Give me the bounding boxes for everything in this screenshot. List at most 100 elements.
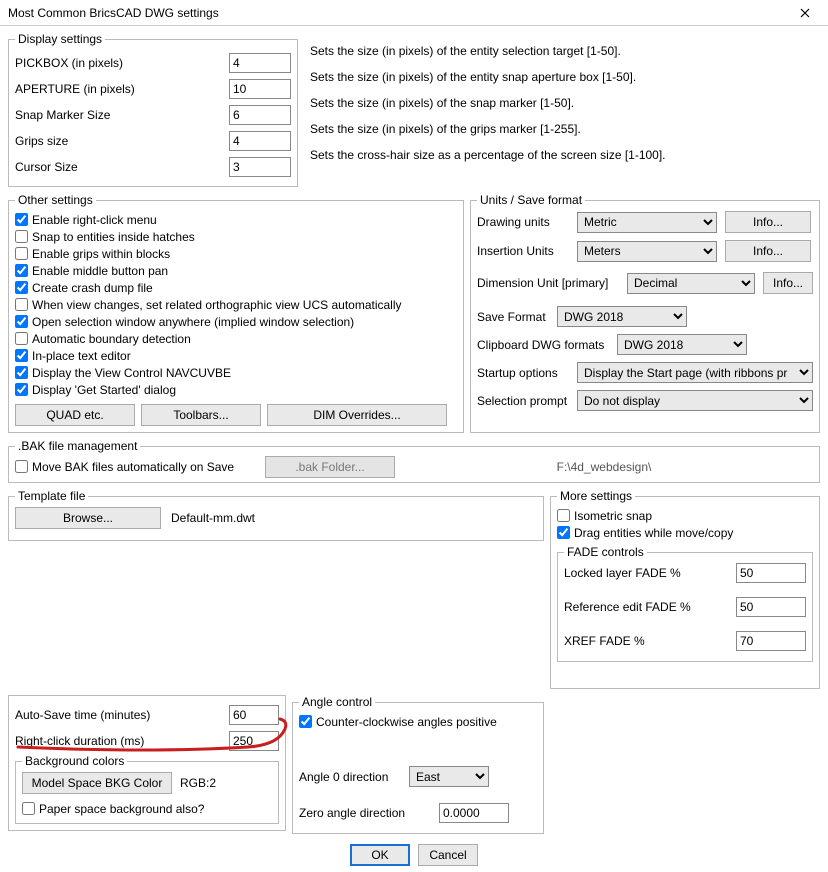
display-input-3[interactable] bbox=[229, 131, 291, 151]
window-title: Most Common BricsCAD DWG settings bbox=[8, 6, 219, 20]
other-check-7[interactable]: Automatic boundary detection bbox=[15, 330, 457, 347]
other-check-3[interactable]: Enable middle button pan bbox=[15, 262, 457, 279]
units-save-group: Units / Save format Drawing units Metric… bbox=[470, 193, 820, 433]
isometric-snap-row[interactable]: Isometric snap bbox=[557, 507, 813, 524]
isometric-snap-label: Isometric snap bbox=[574, 509, 652, 523]
angle0-select[interactable]: East bbox=[409, 766, 489, 787]
other-settings-legend: Other settings bbox=[15, 193, 96, 207]
more-settings-legend: More settings bbox=[557, 489, 635, 503]
template-browse-button[interactable]: Browse... bbox=[15, 507, 161, 529]
bak-folder-button[interactable]: .bak Folder... bbox=[265, 456, 395, 478]
autosave-input[interactable] bbox=[229, 705, 279, 725]
isometric-snap-checkbox[interactable] bbox=[557, 509, 570, 522]
save-format-select[interactable]: DWG 2018 bbox=[557, 306, 687, 327]
titlebar: Most Common BricsCAD DWG settings bbox=[0, 0, 828, 26]
display-desc: Sets the size (in pixels) of the snap ma… bbox=[310, 90, 816, 116]
other-check-10[interactable]: Display 'Get Started' dialog bbox=[15, 381, 457, 398]
display-input-2[interactable] bbox=[229, 105, 291, 125]
drag-entities-row[interactable]: Drag entities while move/copy bbox=[557, 524, 813, 541]
quad-button[interactable]: QUAD etc. bbox=[15, 404, 135, 426]
other-check-6[interactable]: Open selection window anywhere (implied … bbox=[15, 313, 457, 330]
clipboard-format-select[interactable]: DWG 2018 bbox=[617, 334, 747, 355]
other-settings-group: Other settings Enable right-click menuSn… bbox=[8, 193, 464, 433]
other-checkbox-7[interactable] bbox=[15, 332, 28, 345]
units-legend: Units / Save format bbox=[477, 193, 585, 207]
xref-fade-label: XREF FADE % bbox=[564, 634, 736, 648]
zero-angle-input[interactable] bbox=[439, 803, 509, 823]
bak-move-checkbox-row[interactable]: Move BAK files automatically on Save bbox=[15, 458, 265, 475]
refedit-fade-label: Reference edit FADE % bbox=[564, 600, 736, 614]
other-checkbox-3[interactable] bbox=[15, 264, 28, 277]
locked-fade-label: Locked layer FADE % bbox=[564, 566, 736, 580]
other-checkbox-6[interactable] bbox=[15, 315, 28, 328]
other-checkbox-2[interactable] bbox=[15, 247, 28, 260]
insertion-units-info-button[interactable]: Info... bbox=[725, 240, 811, 262]
model-bkg-color-button[interactable]: Model Space BKG Color bbox=[22, 772, 172, 794]
selection-prompt-select[interactable]: Do not display bbox=[577, 390, 813, 411]
timing-box: Auto-Save time (minutes) Right-click dur… bbox=[8, 695, 286, 831]
rclick-duration-input[interactable] bbox=[229, 731, 279, 751]
display-input-4[interactable] bbox=[229, 157, 291, 177]
startup-options-select[interactable]: Display the Start page (with ribbons pr bbox=[577, 362, 813, 383]
insertion-units-select[interactable]: Meters bbox=[577, 241, 717, 262]
dimension-unit-info-button[interactable]: Info... bbox=[763, 272, 813, 294]
close-icon bbox=[800, 8, 810, 18]
more-settings-group: More settings Isometric snap Drag entiti… bbox=[550, 489, 820, 689]
other-checkbox-8[interactable] bbox=[15, 349, 28, 362]
angle0-label: Angle 0 direction bbox=[299, 770, 409, 784]
other-checkbox-10[interactable] bbox=[15, 383, 28, 396]
drawing-units-info-button[interactable]: Info... bbox=[725, 211, 811, 233]
paper-bg-checkbox[interactable] bbox=[22, 802, 35, 815]
ccw-label: Counter-clockwise angles positive bbox=[316, 715, 497, 729]
template-legend: Template file bbox=[15, 489, 88, 503]
display-label: Snap Marker Size bbox=[15, 108, 229, 122]
close-button[interactable] bbox=[788, 2, 822, 24]
other-checkbox-0[interactable] bbox=[15, 213, 28, 226]
locked-fade-input[interactable] bbox=[736, 563, 806, 583]
drawing-units-select[interactable]: Metric bbox=[577, 212, 717, 233]
dimension-unit-select[interactable]: Decimal bbox=[627, 273, 755, 294]
other-checkbox-9[interactable] bbox=[15, 366, 28, 379]
other-checkbox-1[interactable] bbox=[15, 230, 28, 243]
clipboard-format-label: Clipboard DWG formats bbox=[477, 338, 617, 352]
other-checkbox-4[interactable] bbox=[15, 281, 28, 294]
dim-overrides-button[interactable]: DIM Overrides... bbox=[267, 404, 447, 426]
other-check-8[interactable]: In-place text editor bbox=[15, 347, 457, 364]
other-checkbox-5[interactable] bbox=[15, 298, 28, 311]
zero-angle-label: Zero angle direction bbox=[299, 806, 439, 820]
model-bkg-rgb: RGB:2 bbox=[180, 776, 216, 790]
angle-control-legend: Angle control bbox=[299, 695, 375, 709]
other-check-9[interactable]: Display the View Control NAVCUVBE bbox=[15, 364, 457, 381]
other-check-2[interactable]: Enable grips within blocks bbox=[15, 245, 457, 262]
other-check-1[interactable]: Snap to entities inside hatches bbox=[15, 228, 457, 245]
display-input-1[interactable] bbox=[229, 79, 291, 99]
refedit-fade-input[interactable] bbox=[736, 597, 806, 617]
selection-prompt-label: Selection prompt bbox=[477, 394, 577, 408]
display-desc: Sets the size (in pixels) of the entity … bbox=[310, 38, 816, 64]
ccw-checkbox[interactable] bbox=[299, 715, 312, 728]
display-desc: Sets the size (in pixels) of the grips m… bbox=[310, 116, 816, 142]
bak-group: .BAK file management Move BAK files auto… bbox=[8, 439, 820, 483]
display-desc: Sets the cross-hair size as a percentage… bbox=[310, 142, 816, 168]
display-desc: Sets the size (in pixels) of the entity … bbox=[310, 64, 816, 90]
display-input-0[interactable] bbox=[229, 53, 291, 73]
autosave-label: Auto-Save time (minutes) bbox=[15, 708, 229, 722]
bak-move-checkbox[interactable] bbox=[15, 460, 28, 473]
xref-fade-input[interactable] bbox=[736, 631, 806, 651]
angle-control-group: Angle control Counter-clockwise angles p… bbox=[292, 695, 544, 834]
display-label: PICKBOX (in pixels) bbox=[15, 56, 229, 70]
drag-entities-checkbox[interactable] bbox=[557, 526, 570, 539]
bak-legend: .BAK file management bbox=[15, 439, 140, 453]
drag-entities-label: Drag entities while move/copy bbox=[574, 526, 733, 540]
ccw-row[interactable]: Counter-clockwise angles positive bbox=[299, 713, 537, 730]
paper-bg-row[interactable]: Paper space background also? bbox=[22, 800, 272, 817]
other-check-0[interactable]: Enable right-click menu bbox=[15, 211, 457, 228]
bak-path: F:\4d_webdesign\ bbox=[395, 460, 813, 474]
toolbars-button[interactable]: Toolbars... bbox=[141, 404, 261, 426]
bg-colors-legend: Background colors bbox=[22, 754, 127, 768]
other-check-5[interactable]: When view changes, set related orthograp… bbox=[15, 296, 457, 313]
cancel-button[interactable]: Cancel bbox=[418, 844, 478, 866]
other-check-4[interactable]: Create crash dump file bbox=[15, 279, 457, 296]
ok-button[interactable]: OK bbox=[350, 844, 410, 866]
bak-move-label: Move BAK files automatically on Save bbox=[32, 460, 234, 474]
